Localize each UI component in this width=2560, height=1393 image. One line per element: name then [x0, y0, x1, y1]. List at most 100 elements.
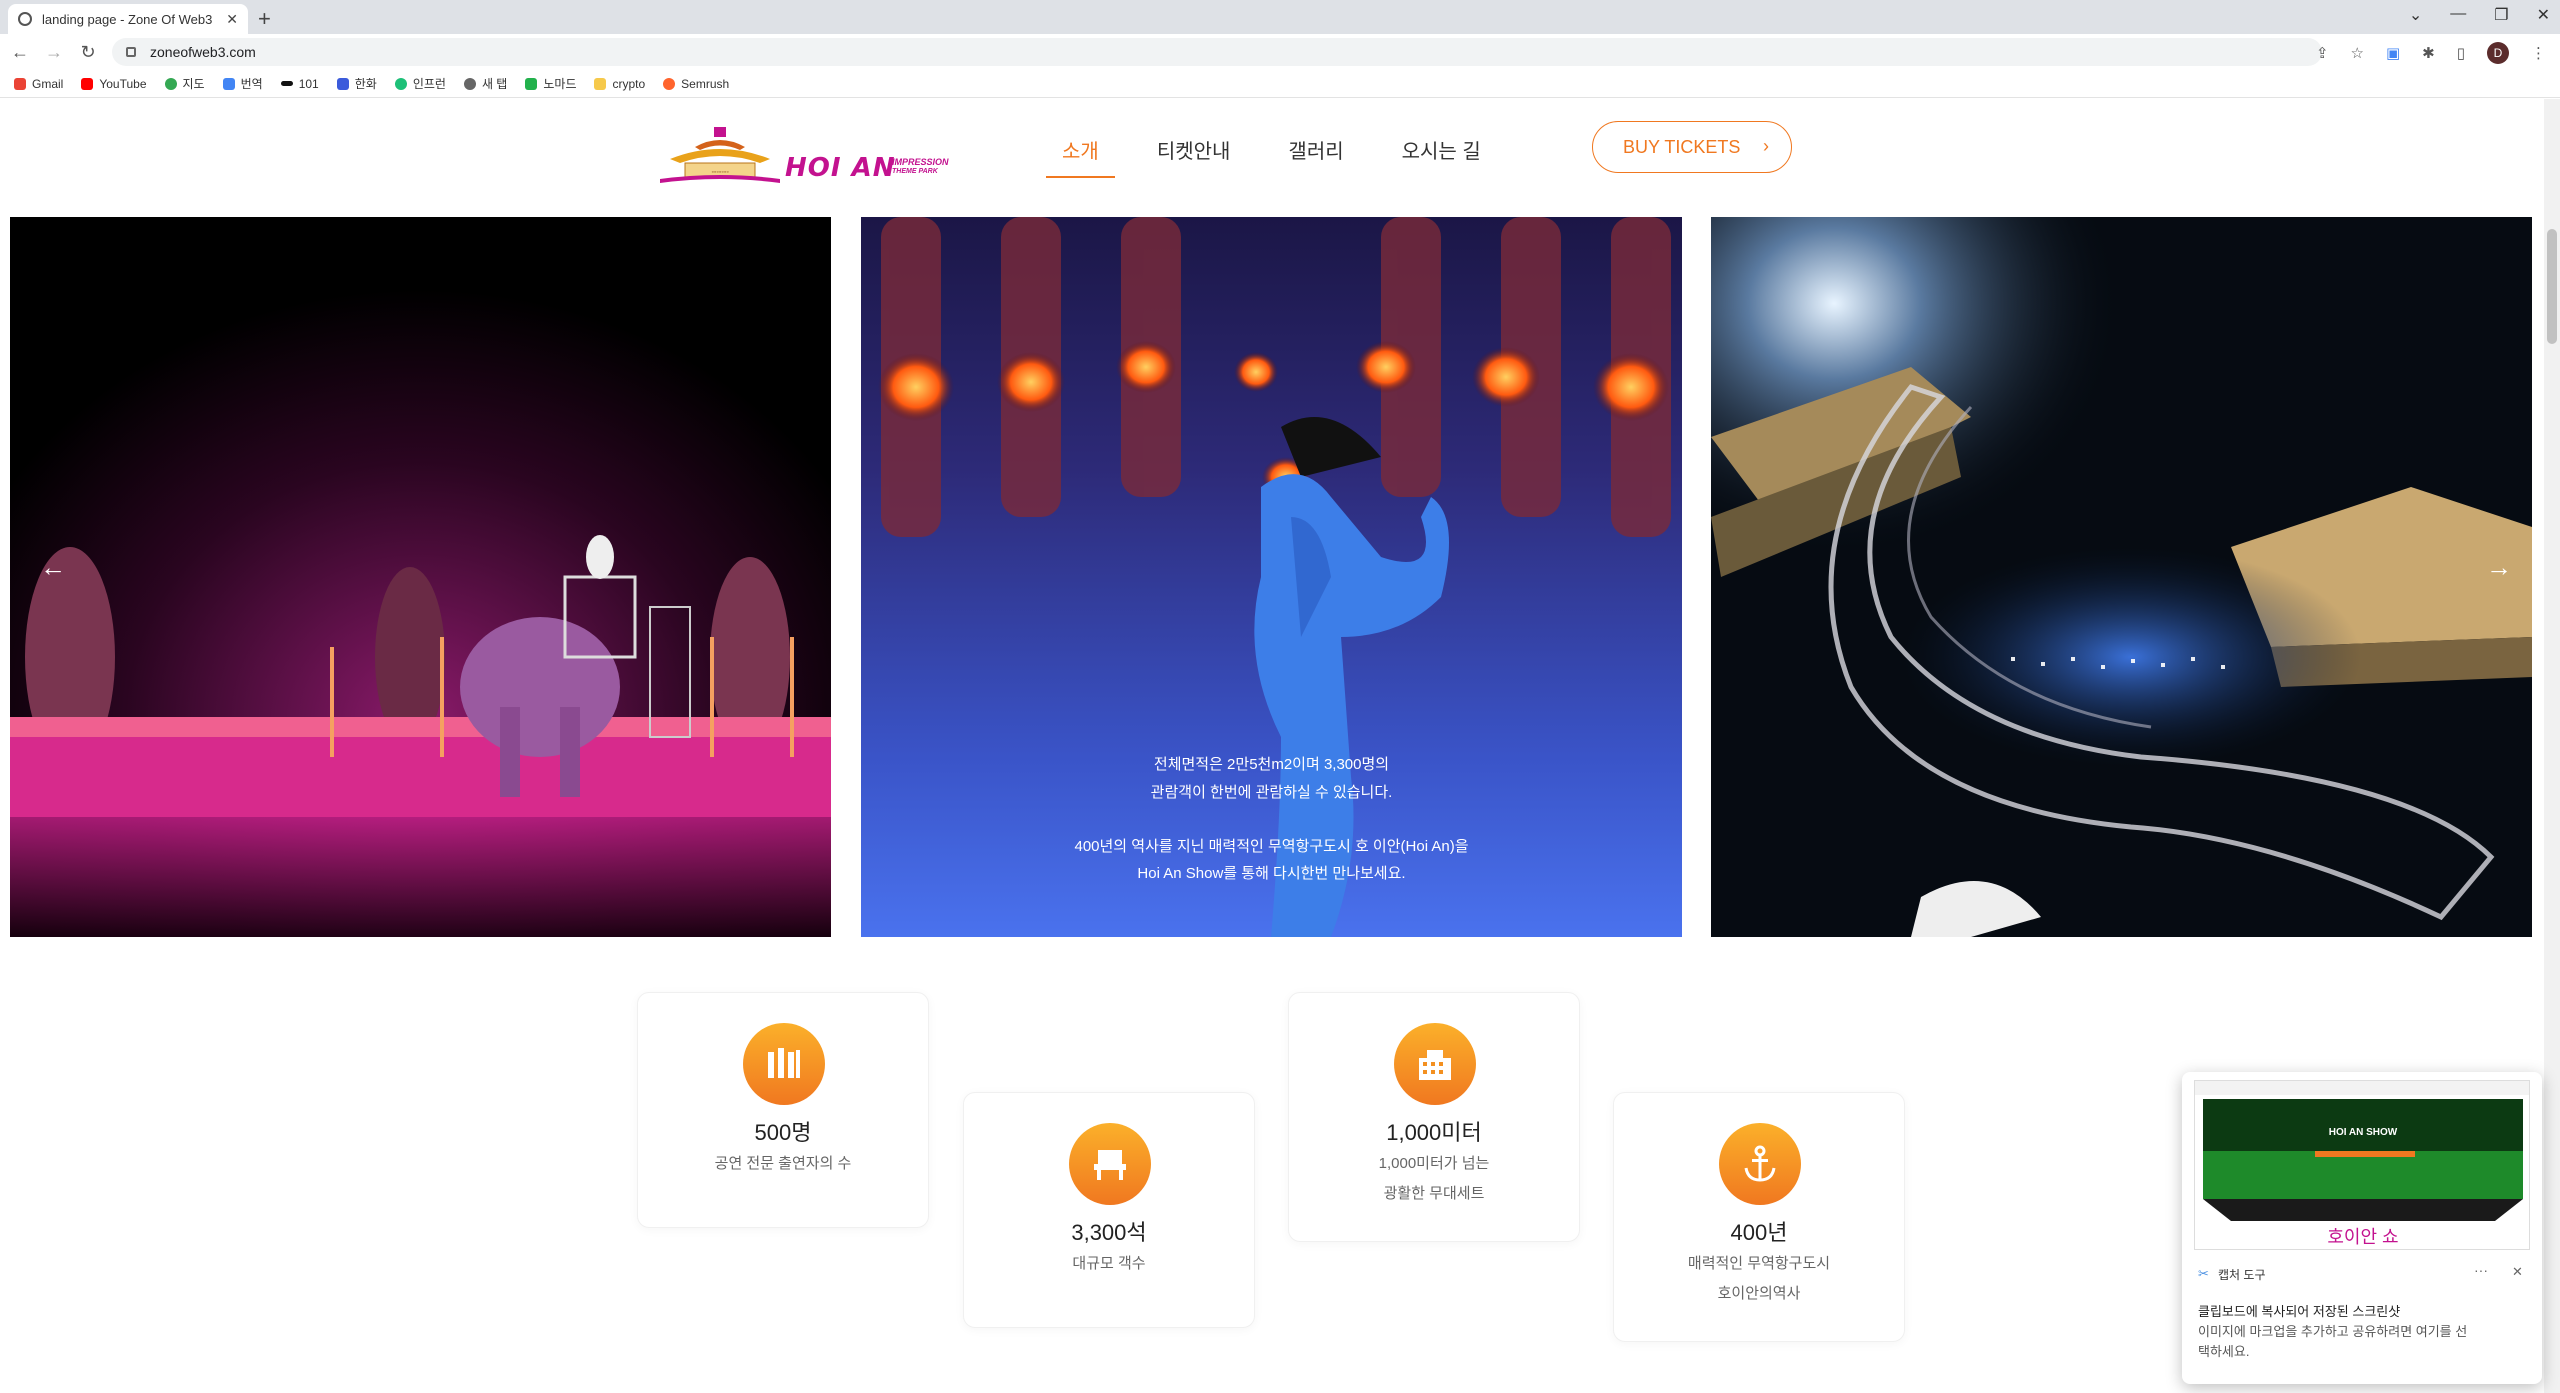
globe-icon: [18, 12, 32, 26]
tab-title: landing page - Zone Of Web3: [42, 11, 213, 27]
aerial-theater-image: [1711, 217, 2532, 937]
slide-aerial-theater[interactable]: →: [1711, 217, 2532, 937]
slide-caption-line-3: 400년의 역사를 지닌 매력적인 무역항구도시 호 이안(Hoi An)을: [1074, 838, 1469, 855]
feature-card-stage: 1,000미터 1,000미터가 넘는 광활한 무대세트: [1288, 992, 1580, 1242]
nav-directions[interactable]: 오시는 길: [1402, 135, 1481, 178]
url-text: zoneofweb3.com: [150, 44, 256, 60]
pagoda-logo-icon: ◦◦◦◦◦◦◦: [660, 127, 780, 183]
svg-text:◦◦◦◦◦◦◦: ◦◦◦◦◦◦◦: [711, 169, 728, 176]
bookmark-gmail[interactable]: Gmail: [14, 77, 63, 91]
translate-icon: [222, 77, 235, 90]
translate-icon[interactable]: ▣: [2386, 44, 2400, 62]
feature-card-seats: 3,300석 대규모 객수: [963, 1092, 1255, 1328]
bookmark-101-icon: [280, 81, 293, 86]
nomad-icon: [525, 77, 538, 90]
bookmark-hanwha[interactable]: 한화: [336, 75, 377, 92]
globe-icon: [463, 77, 476, 90]
address-bar[interactable]: zoneofweb3.com: [112, 38, 2322, 66]
toast-line-2: 이미지에 마크업을 추가하고 공유하려면 여기를 선: [2198, 1324, 2468, 1339]
seat-icon: [1069, 1123, 1151, 1205]
nav-tickets[interactable]: 티켓안내: [1157, 135, 1231, 178]
bookmark-maps[interactable]: 지도: [164, 75, 205, 92]
slide-lantern-dancer[interactable]: 전체면적은 2만5천m2이며 3,300명의 관람객이 한번에 관람하실 수 있…: [861, 217, 1682, 937]
inflearn-icon: [394, 77, 407, 90]
hanwha-icon: [336, 77, 349, 90]
browser-tabbar: landing page - Zone Of Web3 ✕ + ⌄ — ❐ ✕: [0, 0, 2560, 34]
logo-text: HOI AN: [785, 153, 896, 183]
maps-pin-icon: [164, 77, 177, 90]
toast-body: 클립보드에 복사되어 저장된 스크린샷 이미지에 마크업을 추가하고 공유하려면…: [2198, 1302, 2528, 1362]
buy-tickets-label: BUY TICKETS: [1623, 136, 1741, 157]
bookmark-nomad[interactable]: 노마드: [525, 75, 576, 92]
toast-more-icon[interactable]: ···: [2474, 1262, 2488, 1278]
chevron-right-icon: ›: [1763, 136, 1769, 156]
back-icon[interactable]: ←: [6, 42, 34, 63]
feature-description: 대규모 객수: [1072, 1255, 1146, 1272]
logo-subtitle: IMPRESSION THEME PARK: [892, 157, 949, 175]
bookmark-semrush[interactable]: Semrush: [663, 77, 729, 91]
anchor-icon: [1719, 1123, 1801, 1205]
folder-icon: [594, 77, 607, 90]
buy-tickets-button[interactable]: BUY TICKETS ›: [1592, 121, 1792, 173]
share-icon[interactable]: ⇪: [2316, 44, 2329, 62]
feature-card-history: 400년 매력적인 무역항구도시 호이안의역사: [1613, 1092, 1905, 1342]
nav-intro[interactable]: 소개: [1046, 135, 1115, 178]
restore-icon[interactable]: ❐: [2494, 5, 2508, 25]
sidepanel-icon[interactable]: ▯: [2457, 44, 2465, 62]
bookmark-youtube[interactable]: YouTube: [81, 77, 147, 91]
browser-tools: ⇪ ☆ ▣ ✱ ▯ D ⋮: [2316, 42, 2546, 64]
bookmark-newtab[interactable]: 새 탭: [463, 75, 507, 92]
bookmark-crypto[interactable]: crypto: [594, 77, 645, 91]
new-tab-icon[interactable]: +: [258, 6, 271, 32]
lantern-dancer-image: [878, 217, 1671, 937]
extensions-icon[interactable]: ✱: [2422, 44, 2435, 62]
menu-kebab-icon[interactable]: ⋮: [2531, 44, 2546, 62]
tab-search-icon[interactable]: ⌄: [2409, 5, 2422, 25]
bookmarks-bar: Gmail YouTube 지도 번역 101 한화 인프런 새 탭 노마드 c…: [0, 70, 2560, 98]
feature-number: 500명: [754, 1120, 812, 1145]
snipping-tool-notification[interactable]: HOI AN SHOW 호이안 쇼 ✂ 캡처 도구 ··· ✕ 클립보드에 복사…: [2182, 1072, 2542, 1384]
minimize-icon[interactable]: —: [2450, 5, 2466, 25]
scrollbar-thumb[interactable]: [2547, 229, 2557, 344]
screenshot-thumbnail[interactable]: HOI AN SHOW 호이안 쇼: [2194, 1080, 2530, 1250]
site-header: ◦◦◦◦◦◦◦ HOI AN IMPRESSION THEME PARK 소개 …: [0, 99, 2544, 209]
nav-gallery[interactable]: 갤러리: [1288, 135, 1343, 178]
feature-description: 1,000미터가 넘는 광활한 무대세트: [1378, 1155, 1490, 1202]
web-page: ◦◦◦◦◦◦◦ HOI AN IMPRESSION THEME PARK 소개 …: [0, 99, 2544, 1393]
page-scrollbar[interactable]: [2544, 99, 2560, 1393]
reload-icon[interactable]: ↻: [74, 42, 102, 63]
elephant-stage-image: [10, 217, 831, 937]
slider-next-icon[interactable]: →: [2486, 552, 2512, 583]
snipping-tool-icon: ✂: [2198, 1266, 2209, 1281]
slide-caption-line-1: 전체면적은 2만5천m2이며 3,300명의: [1153, 756, 1390, 773]
thumbnail-caption: 호이안 쇼: [2327, 1227, 2399, 1247]
lock-icon: [126, 47, 136, 57]
main-nav: 소개 티켓안내 갤러리 오시는 길: [1046, 135, 1539, 178]
site-logo[interactable]: ◦◦◦◦◦◦◦ HOI AN IMPRESSION THEME PARK: [660, 119, 980, 189]
building-icon: [1394, 1023, 1476, 1105]
feature-description: 매력적인 무역항구도시 호이안의역사: [1687, 1255, 1831, 1302]
bookmark-inflearn[interactable]: 인프런: [394, 75, 446, 92]
slide-elephant-parade[interactable]: ←: [10, 217, 831, 937]
browser-tab[interactable]: landing page - Zone Of Web3 ✕: [8, 4, 248, 34]
forward-icon[interactable]: →: [40, 42, 68, 63]
feature-card-performers: 500명 공연 전문 출연자의 수: [637, 992, 929, 1228]
toast-line-3: 택하세요.: [2198, 1344, 2250, 1359]
feature-number: 3,300석: [1071, 1220, 1147, 1245]
bookmark-translate[interactable]: 번역: [222, 75, 263, 92]
toast-close-icon[interactable]: ✕: [2512, 1264, 2523, 1280]
browser-toolbar: ← → ↻ zoneofweb3.com ⇪ ☆ ▣ ✱ ▯ D ⋮: [0, 34, 2560, 70]
slide-caption-line-2: 관람객이 한번에 관람하실 수 있습니다.: [1150, 784, 1393, 801]
feature-description: 공연 전문 출연자의 수: [714, 1155, 852, 1172]
close-window-icon[interactable]: ✕: [2537, 5, 2550, 25]
bookmark-star-icon[interactable]: ☆: [2351, 44, 2364, 62]
bookmark-101[interactable]: 101: [280, 77, 319, 91]
semrush-icon: [663, 77, 676, 90]
toast-app-name: 캡처 도구: [2218, 1268, 2266, 1282]
profile-avatar[interactable]: D: [2487, 42, 2509, 64]
youtube-icon: [81, 77, 94, 90]
tab-close-icon[interactable]: ✕: [226, 11, 238, 28]
feature-number: 1,000미터: [1386, 1120, 1482, 1145]
gmail-icon: [14, 77, 26, 90]
slider-prev-icon[interactable]: ←: [40, 552, 66, 583]
